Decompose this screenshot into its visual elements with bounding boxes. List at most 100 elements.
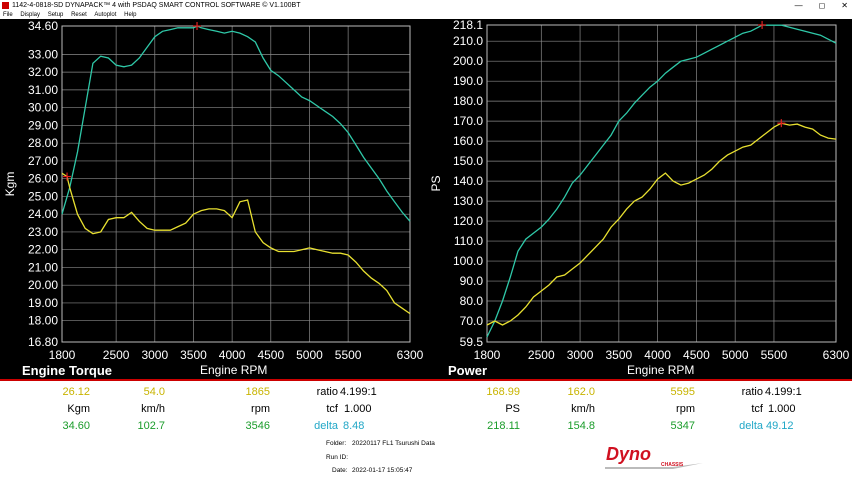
power-delta-label: delta	[739, 420, 763, 432]
torque-series-1-line	[61, 172, 411, 315]
power-y-tick-label: 170.0	[453, 114, 483, 128]
torque-y-tick-label: 18.00	[28, 314, 58, 328]
power-y-tick-label: 110.0	[454, 234, 483, 248]
torque-speed-unit: km/h	[141, 403, 165, 415]
torque-y-tick-label: 20.00	[28, 278, 58, 292]
power-y-tick-label: 59.5	[460, 335, 484, 349]
power-y-tick-label: 100.0	[453, 254, 483, 268]
menu-setup[interactable]: Setup	[48, 12, 64, 18]
power-speed-unit: km/h	[571, 403, 595, 415]
torque-tcf-label: tcf	[326, 403, 338, 415]
torque-y-tick-label: 23.00	[28, 225, 58, 239]
power-value: 168.99	[486, 386, 520, 398]
run-id-label: Run ID:	[326, 454, 349, 461]
torque-y-tick-label: 28.00	[28, 136, 58, 150]
power-tcf-label: tcf	[751, 403, 763, 415]
torque-rpm-unit: rpm	[251, 403, 270, 415]
power-peak-rpm: 5347	[670, 420, 695, 432]
power-y-tick-label: 150.0	[453, 154, 483, 168]
maximize-button[interactable]: ◻	[819, 0, 826, 11]
torque-x-tick-label: 4000	[219, 348, 246, 362]
torque-y-tick-label: 26.00	[28, 172, 58, 186]
menu-file[interactable]: File	[3, 12, 13, 18]
logo-subtext: CHASSIS	[661, 462, 684, 468]
torque-x-tick-label: 6300	[397, 348, 424, 362]
power-ratio-label: ratio	[741, 386, 763, 398]
torque-marker[interactable]	[193, 22, 202, 30]
torque-x-axis-label: Engine RPM	[200, 363, 268, 377]
torque-delta-label: delta	[314, 420, 338, 432]
torque-x-tick-label: 5500	[335, 348, 362, 362]
menu-help[interactable]: Help	[124, 12, 136, 18]
menu-reset[interactable]: Reset	[71, 12, 87, 18]
torque-ratio-label: ratio	[316, 386, 338, 398]
close-button[interactable]: ✕	[841, 0, 848, 11]
power-delta-value: 49.12	[766, 420, 794, 432]
power-section-title: Power	[448, 363, 488, 378]
torque-y-tick-label: 16.80	[28, 335, 58, 349]
torque-y-tick-label: 32.00	[28, 65, 58, 79]
power-chart-svg: 1800 2500 3000 3500 4000 4500 5000 5500 6300 218.…	[429, 18, 850, 362]
torque-y-tick-label: 30.00	[28, 101, 58, 115]
torque-y-tick-label: 25.00	[28, 189, 58, 203]
torque-y-tick-label: 21.00	[28, 260, 58, 274]
folder-value: 20220117 FL1 Tsurushi Data	[352, 440, 435, 447]
torque-series-0-line	[61, 25, 411, 222]
power-x-tick-label: 4500	[683, 348, 710, 362]
power-x-axis-label: Engine RPM	[627, 363, 695, 377]
power-y-tick-label: 70.0	[460, 314, 484, 328]
torque-y-tick-label: 22.00	[28, 243, 58, 257]
power-rpm-unit: rpm	[676, 403, 695, 415]
menu-autoplot[interactable]: Autoplot	[94, 12, 116, 18]
torque-y-tick-label: 24.00	[28, 207, 58, 221]
dyno-logo: Dyno CHASSIS	[605, 444, 703, 469]
torque-chart[interactable]: 1800 2500 3000 3500 4000 4500 5000 5500 6300 34.6…	[0, 19, 430, 379]
power-y-tick-label: 80.0	[460, 294, 484, 308]
torque-y-tick-label: 19.00	[28, 296, 58, 310]
power-marker[interactable]	[758, 20, 767, 29]
power-x-tick-label: 5000	[722, 348, 749, 362]
torque-x-tick-label: 3000	[141, 348, 168, 362]
power-x-tick-label: 1800	[474, 348, 501, 362]
torque-marker[interactable]	[63, 172, 72, 181]
torque-delta-value: 8.48	[343, 420, 365, 432]
torque-x-tick-label: 4500	[257, 348, 284, 362]
power-x-tick-label: 4000	[644, 348, 671, 362]
window-titlebar: 1142-4-0818-SD DYNAPACK™ 4 with PSDAQ SM…	[0, 0, 852, 11]
power-x-tick-label: 3000	[567, 348, 594, 362]
power-y-tick-label: 190.0	[453, 74, 483, 88]
power-speed: 162.0	[567, 386, 595, 398]
power-y-tick-label: 130.0	[453, 194, 483, 208]
power-chart[interactable]: 1800 2500 3000 3500 4000 4500 5000 5500 6300 218.…	[426, 18, 852, 379]
power-series-1-line	[486, 122, 837, 326]
power-y-tick-label: 120.0	[453, 214, 483, 228]
power-y-tick-label: 180.0	[453, 94, 483, 108]
torque-y-tick-label: 29.00	[28, 118, 58, 132]
power-x-tick-label: 3500	[605, 348, 632, 362]
power-tcf-value: 1.000	[768, 403, 796, 415]
power-x-tick-label: 5500	[761, 348, 788, 362]
power-y-tick-label: 200.0	[453, 54, 483, 68]
torque-value: 26.12	[62, 386, 90, 398]
power-y-tick-label: 90.0	[460, 274, 484, 288]
torque-y-tick-label: 31.00	[28, 83, 58, 97]
power-peak-speed: 154.8	[567, 420, 595, 432]
power-x-tick-label: 6300	[823, 348, 850, 362]
torque-y-tick-label: 27.00	[28, 154, 58, 168]
torque-y-axis-label: Kgm	[3, 172, 17, 197]
torque-peak-value: 34.60	[62, 420, 90, 432]
window-title: 1142-4-0818-SD DYNAPACK™ 4 with PSDAQ SM…	[12, 2, 301, 9]
power-y-tick-label: 210.0	[453, 34, 483, 48]
power-marker[interactable]	[777, 119, 786, 128]
menu-display[interactable]: Display	[20, 12, 40, 18]
torque-y-tick-label: 33.00	[28, 47, 58, 61]
power-rpm: 5595	[670, 386, 695, 398]
power-x-tick-label: 2500	[528, 348, 555, 362]
minimize-button[interactable]: —	[795, 0, 803, 11]
torque-y-tick-label: 34.60	[28, 19, 58, 33]
torque-tcf-value: 1.000	[344, 403, 372, 415]
folder-label: Folder:	[326, 440, 347, 447]
power-y-tick-label: 160.0	[453, 134, 483, 148]
power-y-tick-label: 218.1	[453, 18, 483, 32]
date-label: Date:	[332, 467, 348, 474]
